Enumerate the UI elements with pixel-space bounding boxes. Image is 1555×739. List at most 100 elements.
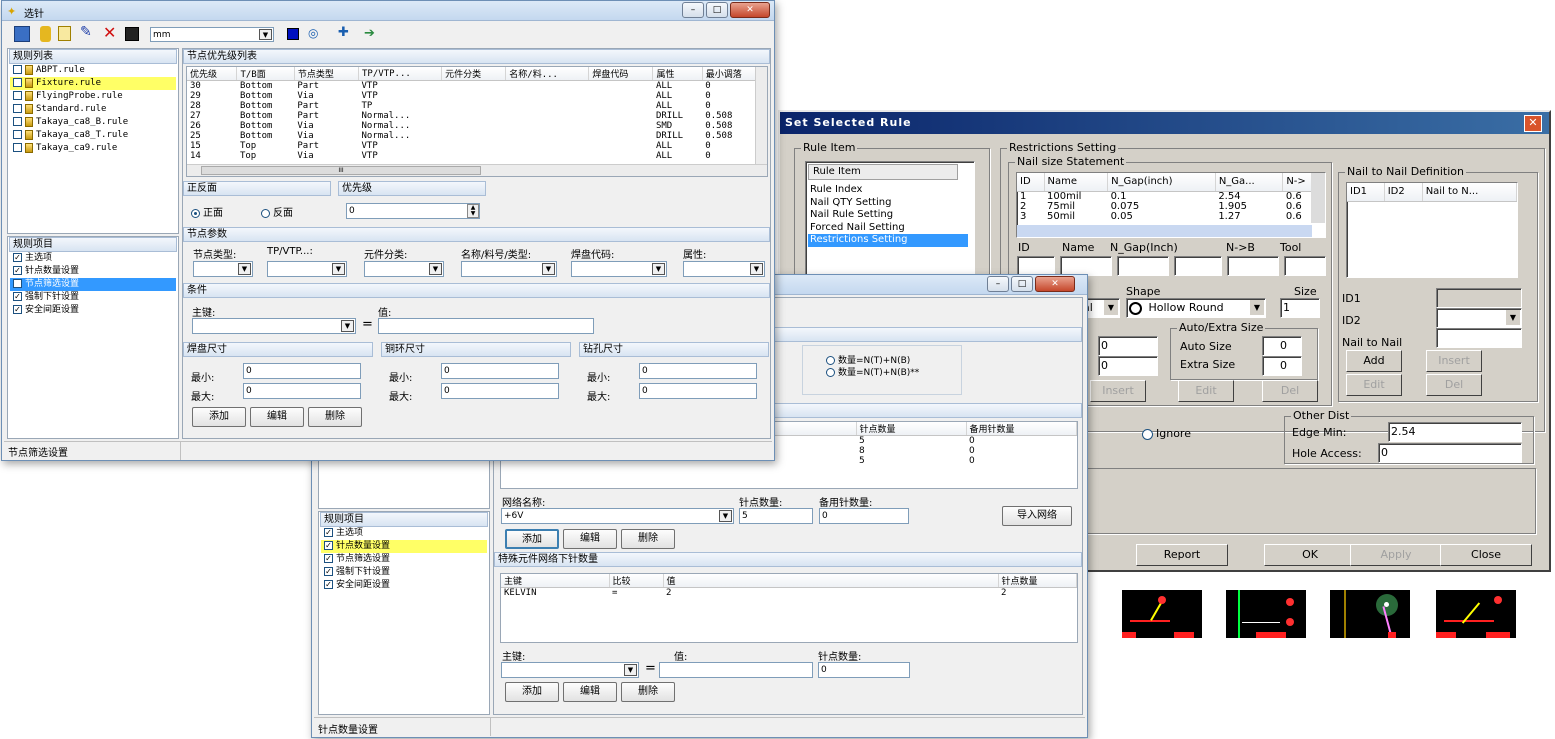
min-input[interactable]: 0 [639, 363, 757, 379]
left-field-1[interactable]: 0 [1098, 336, 1158, 356]
insert-nn-button[interactable]: Insert [1426, 350, 1482, 372]
table-row[interactable]: 27 Bottom Part Normal... DRILL 0.508 [187, 111, 767, 121]
tool-field[interactable] [1284, 256, 1326, 276]
rule-item[interactable]: ✓ 安全间距设置 [321, 579, 487, 592]
id-field[interactable] [1017, 256, 1055, 276]
max-input[interactable]: 0 [441, 383, 559, 399]
column-header[interactable]: T/B面 [236, 67, 295, 81]
open-icon[interactable] [14, 26, 30, 42]
edit-button[interactable]: 编辑 [250, 407, 304, 427]
priority-vscroll[interactable] [755, 67, 767, 165]
close-icon[interactable]: ✕ [1035, 276, 1075, 292]
insert-button[interactable]: Insert [1090, 380, 1146, 402]
import-net-button[interactable]: 导入网络 [1002, 506, 1072, 526]
special-edit-button[interactable]: 编辑 [563, 682, 617, 702]
checked-icon[interactable]: ✓ [324, 528, 333, 537]
special-table[interactable]: 主键 比较值针点数量 KELVIN = 2 2 [500, 573, 1078, 643]
close-button[interactable]: Close [1440, 544, 1532, 566]
delete-button[interactable]: 删除 [308, 407, 362, 427]
hscroll-thumb[interactable]: III [201, 166, 481, 175]
color-icon[interactable] [287, 28, 299, 40]
column-header[interactable]: 主键 [501, 574, 610, 588]
column-header[interactable]: ID1 [1347, 183, 1385, 202]
special-key-select[interactable]: ▼ [501, 662, 639, 678]
minimize-icon[interactable]: – [682, 2, 704, 18]
del-button[interactable]: Del [1262, 380, 1318, 402]
extra-size-spin[interactable]: 0 [1262, 356, 1302, 376]
rule-item[interactable]: ✓ 节点筛选设置 [321, 553, 487, 566]
column-header[interactable]: 节点类型 [294, 67, 360, 81]
column-header[interactable]: 针点数量 [998, 574, 1077, 588]
maximize-icon[interactable]: □ [706, 2, 728, 18]
column-header[interactable]: 比较 [609, 574, 664, 588]
rule-item[interactable]: ✓ 主选项 [10, 252, 176, 265]
table-row[interactable]: 29 Bottom Via VTP ALL 0 [187, 91, 767, 101]
add-button[interactable]: 添加 [192, 407, 246, 427]
table-row[interactable]: 28 Bottom Part TP ALL 0 [187, 101, 767, 111]
column-header[interactable]: Name [1044, 173, 1109, 192]
minimize-icon[interactable]: – [987, 276, 1009, 292]
rule-item[interactable]: ✓ 主选项 [321, 527, 487, 540]
db-icon[interactable] [40, 26, 51, 42]
priority-table[interactable]: 优先级 T/B面 节点类型 TP/VTP... 元件分类 名称/料... 焊盘代码 属性 最小调… [186, 66, 768, 177]
ok-button[interactable]: OK [1264, 544, 1356, 566]
nail-size-table[interactable]: ID Name N_Gap(inch) N_Ga... N-> 1 100mil 0.1 2.5… [1016, 172, 1326, 238]
column-header[interactable]: 元件分类 [441, 67, 507, 81]
maximize-icon[interactable]: □ [1011, 276, 1033, 292]
column-header[interactable]: ID [1017, 173, 1045, 192]
node-param-select[interactable]: ▼ [267, 261, 347, 277]
rule-file-item[interactable]: Takaya_ca8_B.rule [10, 116, 176, 129]
id1-field[interactable] [1436, 288, 1522, 308]
column-header[interactable]: ID2 [1384, 183, 1423, 202]
apply-button[interactable]: Apply [1350, 544, 1442, 566]
table-row[interactable]: 26 Bottom Via Normal... SMD 0.508 [187, 121, 767, 131]
copy-icon[interactable] [58, 26, 71, 41]
checkbox-icon[interactable] [13, 117, 22, 126]
column-header[interactable]: 名称/料... [505, 67, 590, 81]
rule-file-item[interactable]: ABPT.rule [10, 64, 176, 77]
rule-item[interactable]: ✓ 强制下针设置 [10, 291, 176, 304]
size-field[interactable]: 1 [1280, 298, 1320, 318]
checked-icon[interactable]: ✓ [13, 292, 22, 301]
rule-file-item[interactable]: FlyingProbe.rule [10, 90, 176, 103]
rule-item[interactable]: ✓ 节点筛选设置 [10, 278, 176, 291]
node-param-select[interactable]: ▼ [193, 261, 253, 277]
id2-select[interactable]: ▼ [1436, 308, 1522, 328]
nail-table-hscroll[interactable] [1017, 225, 1312, 237]
column-header[interactable]: 焊盘代码 [588, 67, 654, 81]
min-input[interactable]: 0 [243, 363, 361, 379]
w2-del-button[interactable]: 删除 [621, 529, 675, 549]
column-header[interactable]: 值 [663, 574, 999, 588]
min-input[interactable]: 0 [441, 363, 559, 379]
edit-button[interactable]: Edit [1178, 380, 1234, 402]
edge-min-field[interactable]: 2.54 [1388, 422, 1522, 442]
rule-item[interactable]: ✓ 强制下针设置 [321, 566, 487, 579]
rule-item[interactable]: Nail Rule Setting [808, 209, 968, 222]
ignore-option[interactable]: Ignore [1142, 427, 1191, 440]
column-header[interactable]: 针点数量 [856, 422, 967, 436]
condition-key-select[interactable]: ▼ [192, 318, 356, 334]
rule-item[interactable]: Rule Index [808, 184, 968, 197]
net-name-select[interactable]: +6V ▼ [501, 508, 734, 524]
nail-table-vscroll[interactable] [1311, 173, 1325, 223]
column-header[interactable]: Nail to N... [1422, 183, 1518, 202]
max-input[interactable]: 0 [243, 383, 361, 399]
rule-file-item[interactable]: Takaya_ca8_T.rule [10, 129, 176, 142]
del-nn-button[interactable]: Del [1426, 374, 1482, 396]
rule-file-item[interactable]: Standard.rule [10, 103, 176, 116]
shape-select[interactable]: Hollow Round ▼ [1126, 298, 1266, 318]
node-param-select[interactable]: ▼ [461, 261, 557, 277]
exit-icon[interactable]: ➔ [364, 26, 375, 41]
condition-value-input[interactable] [378, 318, 594, 334]
nail-to-nail-table[interactable]: ID1 ID2 Nail to N... [1346, 182, 1518, 278]
rule-item[interactable]: ✓ 安全间距设置 [10, 304, 176, 317]
checkbox-icon[interactable] [13, 78, 22, 87]
checkbox-icon[interactable] [13, 91, 22, 100]
side-front-option[interactable]: 正面 [191, 204, 223, 219]
checked-icon[interactable]: ✓ [13, 279, 22, 288]
side-back-option[interactable]: 反面 [261, 204, 293, 219]
column-header[interactable]: 备用针数量 [966, 422, 1077, 436]
node-param-select[interactable]: ▼ [364, 261, 444, 277]
rule-item[interactable]: Nail QTY Setting [808, 197, 968, 210]
pin-count-input[interactable]: 5 [739, 508, 813, 524]
